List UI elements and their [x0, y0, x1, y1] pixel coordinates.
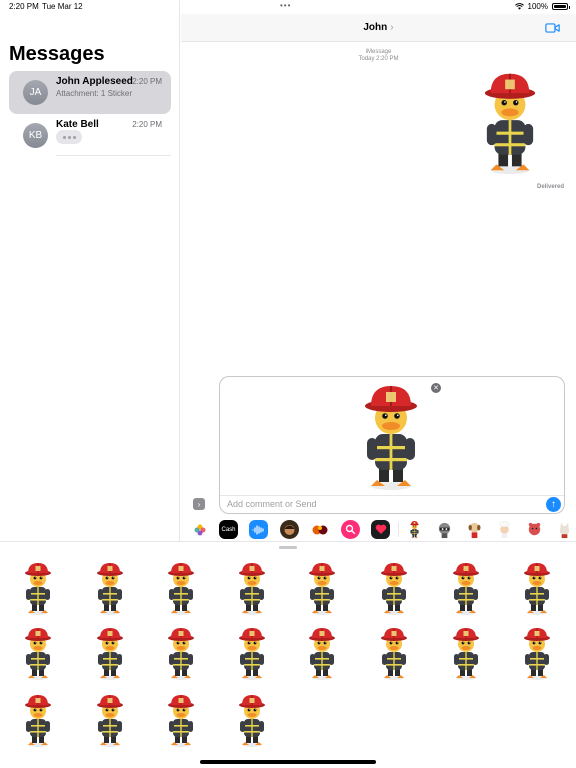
delivered-status: Delivered: [536, 184, 564, 190]
duck-sticker[interactable]: [448, 560, 484, 616]
home-indicator[interactable]: [200, 760, 376, 764]
message-input[interactable]: Add comment or Send: [227, 499, 317, 509]
status-bar: 2:20 PM Tue Mar 12 ••• 100%: [0, 0, 576, 14]
duck-sticker[interactable]: [304, 560, 340, 616]
duck-sticker[interactable]: [92, 692, 128, 748]
avatar: JA: [23, 80, 48, 105]
drawer-grabber[interactable]: [279, 546, 297, 549]
conversation-row-john[interactable]: JA John Appleseed 2:20 PM Attachment: 1 …: [9, 71, 171, 114]
sticker-drawer: [0, 541, 576, 768]
status-date: Tue Mar 12: [42, 2, 83, 11]
sticker-pack-icon[interactable]: [405, 520, 424, 539]
duck-sticker[interactable]: [92, 625, 128, 681]
staged-duck-sticker: [365, 386, 417, 490]
memoji-app-icon[interactable]: [280, 520, 299, 539]
row-divider: [56, 155, 171, 156]
stickers-app-icon[interactable]: [310, 520, 329, 539]
multitasking-dots-icon[interactable]: •••: [280, 1, 291, 10]
search-app-icon[interactable]: [341, 520, 360, 539]
duck-sticker[interactable]: [376, 625, 412, 681]
duck-sticker[interactable]: [163, 625, 199, 681]
apps-toggle-button[interactable]: ›: [193, 498, 205, 510]
duck-sticker[interactable]: [376, 560, 412, 616]
remove-sticker-button[interactable]: ✕: [431, 383, 441, 393]
sent-duck-sticker[interactable]: [474, 68, 546, 176]
duck-sticker[interactable]: [234, 625, 270, 681]
chevron-right-icon: ›: [390, 22, 394, 33]
conversation-time: 2:20 PM: [132, 120, 162, 129]
app-strip: Cash: [181, 518, 576, 541]
conversation-time: 2:20 PM: [132, 77, 162, 86]
audio-app-icon[interactable]: [249, 520, 268, 539]
send-button[interactable]: ↑: [546, 497, 561, 512]
app-strip-divider: [398, 522, 399, 537]
duck-sticker[interactable]: [20, 625, 56, 681]
duck-sticker[interactable]: [519, 560, 555, 616]
chef-sticker-pack-icon[interactable]: [495, 520, 514, 539]
duck-sticker[interactable]: [20, 692, 56, 748]
duck-sticker[interactable]: [234, 692, 270, 748]
duck-sticker[interactable]: [92, 560, 128, 616]
raccoon-sticker-pack-icon[interactable]: [435, 520, 454, 539]
duck-sticker[interactable]: [234, 560, 270, 616]
battery-icon: [552, 3, 570, 10]
status-time: 2:20 PM: [9, 2, 39, 11]
conversation-name: Kate Bell: [56, 119, 99, 130]
conversation-row-kate[interactable]: KB Kate Bell 2:20 PM: [9, 114, 171, 157]
compose-box[interactable]: ✕ Add comment or Send ↑: [219, 376, 565, 514]
cat-sticker-pack-icon[interactable]: [555, 520, 574, 539]
battery-percent: 100%: [527, 2, 548, 11]
dog-sticker-pack-icon[interactable]: [465, 520, 484, 539]
bear-sticker-pack-icon[interactable]: [525, 520, 544, 539]
chat-header: John ›: [181, 14, 576, 42]
status-right: 100%: [514, 2, 570, 11]
heart-app-icon[interactable]: [371, 520, 390, 539]
sidebar-title: Messages: [9, 43, 105, 65]
duck-sticker[interactable]: [20, 560, 56, 616]
contact-name: John: [363, 22, 388, 33]
conversation-sidebar: Messages JA John Appleseed 2:20 PM Attac…: [0, 0, 180, 541]
wifi-icon: [514, 3, 524, 10]
duck-sticker[interactable]: [519, 625, 555, 681]
contact-name-button[interactable]: John ›: [181, 22, 576, 33]
message-timestamp: Today 2:20 PM: [358, 56, 399, 62]
duck-sticker[interactable]: [163, 560, 199, 616]
conversation-name: John Appleseed: [56, 76, 133, 87]
duck-sticker[interactable]: [304, 625, 340, 681]
duck-sticker[interactable]: [448, 625, 484, 681]
conversation-preview: Attachment: 1 Sticker: [56, 89, 133, 98]
service-label: iMessage: [365, 49, 392, 55]
duck-sticker[interactable]: [163, 692, 199, 748]
compose-divider: [220, 495, 564, 496]
avatar: KB: [23, 123, 48, 148]
typing-indicator: [56, 130, 82, 144]
photos-app-icon[interactable]: [190, 520, 209, 539]
cash-app-icon[interactable]: Cash: [219, 520, 238, 539]
video-call-icon[interactable]: [545, 23, 560, 33]
cash-label: Cash: [221, 526, 236, 533]
